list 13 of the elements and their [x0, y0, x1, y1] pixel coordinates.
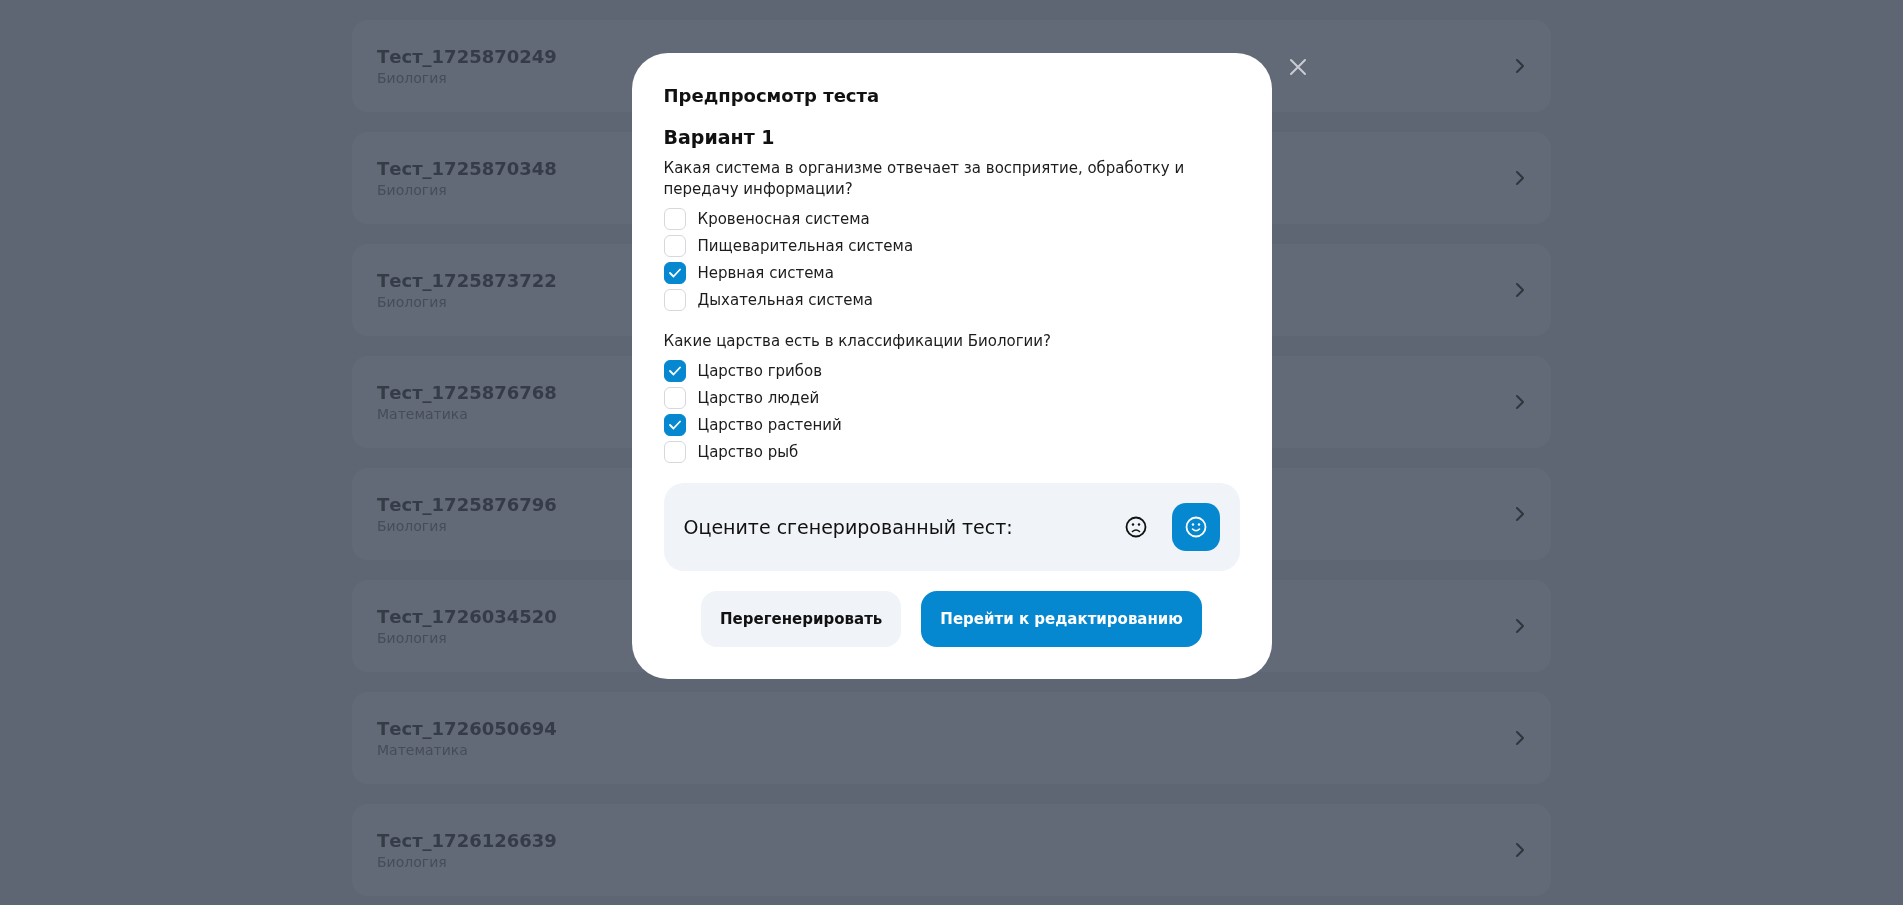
option-label: Пищеварительная система — [697, 237, 914, 255]
option-label: Царство людей — [697, 389, 820, 407]
option-label: Царство растений — [697, 416, 842, 434]
question-text: Какая система в организме отвечает за восприятие, обработку и передачу информации? — [663, 158, 1186, 200]
option-label: Нервная система — [697, 264, 834, 282]
option-label: Кровеносная система — [697, 210, 870, 228]
question-text: Какие царства есть в классификации Биологии? — [663, 331, 1052, 352]
rating-prompt: Оцените сгенерированный тест: — [683, 516, 1014, 538]
dialog-title: Предпросмотр теста — [663, 85, 881, 106]
option-label: Царство грибов — [697, 362, 823, 380]
variant-heading: Вариант 1 — [663, 126, 776, 148]
option-label: Царство рыб — [697, 443, 799, 461]
option-label: Дыхательная система — [697, 291, 874, 309]
